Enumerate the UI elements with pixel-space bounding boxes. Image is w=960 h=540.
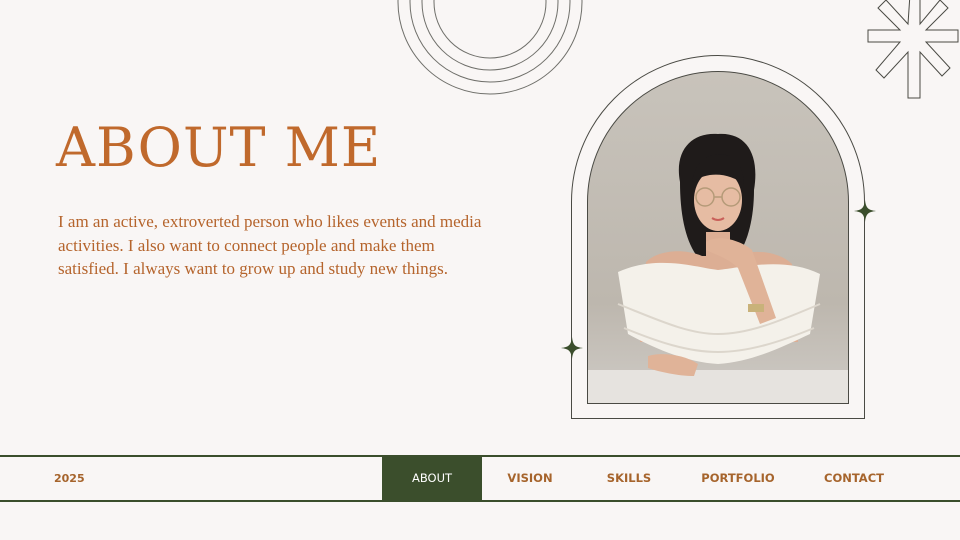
concentric-arcs-icon xyxy=(397,0,583,95)
portrait-illustration xyxy=(588,133,848,403)
nav-item-about[interactable]: ABOUT xyxy=(382,457,482,500)
four-point-star-icon xyxy=(561,337,583,359)
four-point-star-icon xyxy=(854,200,876,222)
bottom-nav-bar: 2025 ABOUT VISION SKILLS PORTFOLIO CONTA… xyxy=(0,455,960,502)
nav-year: 2025 xyxy=(54,472,85,485)
nav-item-skills[interactable]: SKILLS xyxy=(580,457,678,500)
about-me-slide: ABOUT ME I am an active, extroverted per… xyxy=(0,0,960,540)
nav-item-vision[interactable]: VISION xyxy=(482,457,578,500)
starburst-icon xyxy=(867,0,959,99)
bio-text: I am an active, extroverted person who l… xyxy=(58,212,482,278)
page-title: ABOUT ME xyxy=(56,116,382,179)
nav-item-contact[interactable]: CONTACT xyxy=(804,457,904,500)
nav-item-portfolio[interactable]: PORTFOLIO xyxy=(682,457,794,500)
portrait-photo xyxy=(587,71,849,404)
